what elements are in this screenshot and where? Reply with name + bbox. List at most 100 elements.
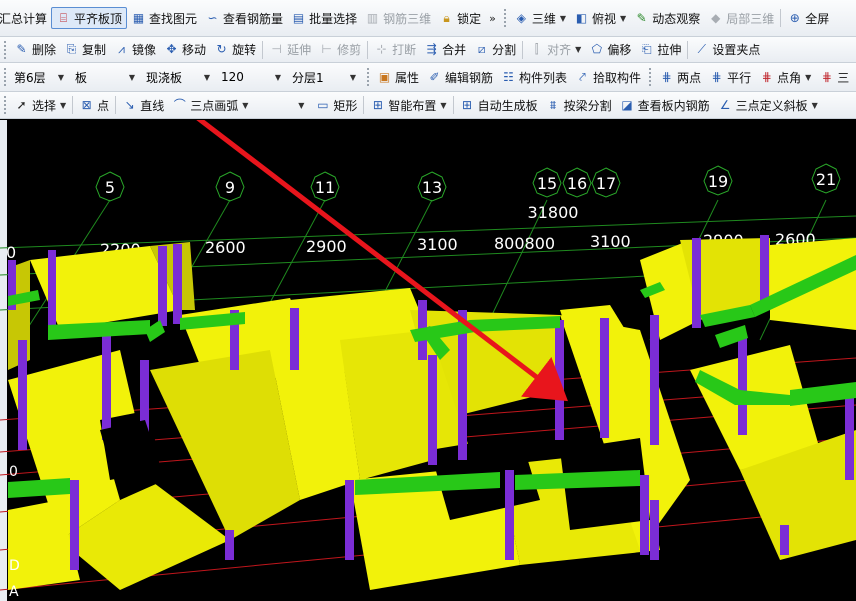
offset-button[interactable]: ⬠ 偏移 — [585, 39, 635, 61]
point-angle-button[interactable]: ⋕ 点角 ▼ — [755, 66, 815, 88]
3d-viewport[interactable]: 5 9 11 13 15 16 17 19 21 31800 0 2600 29… — [0, 120, 856, 601]
break-button[interactable]: ⊹ 打断 — [370, 39, 420, 61]
main-toolbar: 汇总计算 ⌸ 平齐板顶 ▦ 查找图元 ∽ 查看钢筋量 ▤ 批量选择 ▥ 钢筋三维… — [0, 0, 856, 37]
chevron-down-icon: ▼ — [242, 100, 249, 110]
view-rebar-qty-button[interactable]: ∽ 查看钢筋量 — [201, 7, 287, 29]
chevron-down-icon: ▼ — [60, 100, 67, 110]
separator — [72, 96, 74, 114]
draw-mode-select[interactable]: ▼ — [252, 95, 308, 116]
edit-rebar-button[interactable]: ✐ 编辑钢筋 — [423, 66, 497, 88]
select-arrow-icon: ➚ — [16, 97, 27, 112]
align-slab-top-icon: ⌸ — [59, 10, 68, 25]
layer-select[interactable]: 分层1 ▼ — [288, 67, 360, 88]
floor-select[interactable]: 第6层 ▼ — [10, 67, 68, 88]
pick-component-button[interactable]: ⤤ 拾取构件 — [571, 66, 645, 88]
model-canvas[interactable]: 5 9 11 13 15 16 17 19 21 31800 0 2600 29… — [0, 120, 856, 601]
orbit-icon: ✎ — [636, 10, 647, 25]
split-icon: ⧄ — [477, 42, 486, 56]
parallel-button[interactable]: ⋕ 平行 — [705, 66, 755, 88]
chevron-down-icon: ▼ — [203, 72, 210, 82]
line-button[interactable]: ↘ 直线 — [118, 94, 168, 116]
rebar-3d-icon: ▥ — [366, 10, 379, 25]
delete-button[interactable]: ✎ 删除 — [10, 39, 60, 61]
merge-icon: ⇶ — [426, 42, 437, 56]
summary-calc-button[interactable]: 汇总计算 — [0, 7, 51, 29]
arc-icon: ⌒ — [173, 97, 186, 112]
select-dropdown[interactable]: ➚ 选择 ▼ — [10, 94, 70, 116]
trim-icon: ⊢ — [321, 42, 332, 56]
chevron-down-icon: ▼ — [575, 45, 582, 54]
dimension-label: 2600 — [205, 238, 246, 257]
point-button[interactable]: ⊠ 点 — [75, 94, 113, 116]
rotate-button[interactable]: ↻ 旋转 — [210, 39, 260, 61]
lock-button[interactable]: 🔒︎ 锁定 — [435, 7, 485, 29]
3d-view-dropdown[interactable]: ◈ 三维 ▼ — [510, 7, 570, 29]
partial-3d-icon: ◆ — [711, 10, 721, 25]
fullscreen-icon: ⊕ — [789, 10, 800, 25]
point-icon: ⊠ — [81, 97, 92, 112]
separator — [780, 9, 782, 27]
separator — [522, 40, 524, 59]
delete-icon: ✎ — [16, 42, 27, 56]
copy-icon: ⎘ — [66, 42, 77, 56]
total-dimension: 31800 — [528, 203, 579, 222]
viewport-left-border — [0, 120, 7, 601]
chevron-down-icon: ▼ — [349, 72, 356, 82]
orbit-button[interactable]: ✎ 动态观察 — [630, 7, 704, 29]
axis-label: 17 — [596, 174, 616, 193]
copy-button[interactable]: ⎘ 复制 — [60, 39, 110, 61]
edit-toolbar: ✎ 删除 ⎘ 复制 ⩘ 镜像 ✥ 移动 ↻ 旋转 ⊣ 延伸 ⊢ 修剪 ⊹ 打断 … — [0, 37, 856, 63]
dimension-label: 0 — [6, 243, 16, 262]
two-point-button[interactable]: ⋕ 两点 — [655, 66, 705, 88]
view-slab-rebar-button[interactable]: ◪ 查看板内钢筋 — [616, 94, 714, 116]
stretch-button[interactable]: ⎗ 拉伸 — [635, 39, 685, 61]
batch-select-button[interactable]: ▤ 批量选择 — [287, 7, 361, 29]
auto-slab-button[interactable]: ⊞ 自动生成板 — [456, 94, 542, 116]
fullscreen-button[interactable]: ⊕ 全屏 — [783, 7, 833, 29]
view-slab-rebar-icon: ◪ — [621, 97, 633, 112]
merge-button[interactable]: ⇶ 合并 — [420, 39, 470, 61]
trim-button[interactable]: ⊢ 修剪 — [315, 39, 365, 61]
extend-icon: ⊣ — [271, 42, 282, 56]
type-select[interactable]: 现浇板 ▼ — [142, 67, 214, 88]
grip-point-button[interactable]: ⟋ 设置夹点 — [690, 39, 764, 61]
split-by-beam-button[interactable]: ⩩ 按梁分割 — [542, 94, 616, 116]
category-select[interactable]: 板 ▼ — [71, 67, 139, 88]
mirror-button[interactable]: ⩘ 镜像 — [110, 39, 160, 61]
rectangle-icon: ▭ — [317, 97, 329, 112]
dimension-label: 3100 — [590, 232, 631, 251]
toolbar-overflow-button[interactable]: » — [485, 12, 500, 25]
row-label: A — [9, 584, 19, 600]
smart-layout-button[interactable]: ⊞ 智能布置 ▼ — [366, 94, 450, 116]
split-button[interactable]: ⧄ 分割 — [470, 39, 520, 61]
chevron-down-icon: ▼ — [805, 72, 812, 82]
row-label: D — [9, 558, 20, 574]
thickness-select[interactable]: 120 ▼ — [217, 67, 285, 88]
top-view-dropdown[interactable]: ◧ 俯视 ▼ — [570, 7, 630, 29]
move-icon: ✥ — [166, 42, 177, 56]
move-button[interactable]: ✥ 移动 — [160, 39, 210, 61]
extend-button[interactable]: ⊣ 延伸 — [265, 39, 315, 61]
align-button[interactable]: ⫿ 对齐 ▼ — [525, 39, 585, 61]
break-icon: ⊹ — [376, 42, 387, 56]
rectangle-button[interactable]: ▭ 矩形 — [311, 94, 361, 116]
mirror-icon: ⩘ — [118, 42, 125, 56]
axis-label: 11 — [315, 178, 335, 197]
arc-button[interactable]: ⌒ 三点画弧 ▼ — [168, 94, 252, 116]
component-list-button[interactable]: ☷ 构件列表 — [497, 66, 571, 88]
axis-label: 15 — [537, 174, 557, 193]
separator — [115, 96, 117, 114]
align-slab-top-button[interactable]: ⌸ 平齐板顶 — [51, 7, 128, 29]
properties-button[interactable]: ▣ 属性 — [373, 66, 423, 88]
slope-slab-icon: ∠ — [719, 97, 731, 112]
chevron-down-icon: ▼ — [128, 72, 135, 82]
three-point-button[interactable]: ⋕ 三 — [815, 66, 853, 88]
chevron-down-icon: ▼ — [57, 72, 64, 82]
axis-label: 13 — [422, 178, 442, 197]
slope-slab-button[interactable]: ∠ 三点定义斜板 ▼ — [714, 94, 822, 116]
rebar-3d-button[interactable]: ▥ 钢筋三维 — [361, 7, 435, 29]
stretch-icon: ⎗ — [642, 42, 652, 56]
partial-3d-button[interactable]: ◆ 局部三维 — [704, 7, 778, 29]
smart-layout-icon: ⊞ — [372, 97, 383, 112]
find-element-button[interactable]: ▦ 查找图元 — [127, 7, 201, 29]
